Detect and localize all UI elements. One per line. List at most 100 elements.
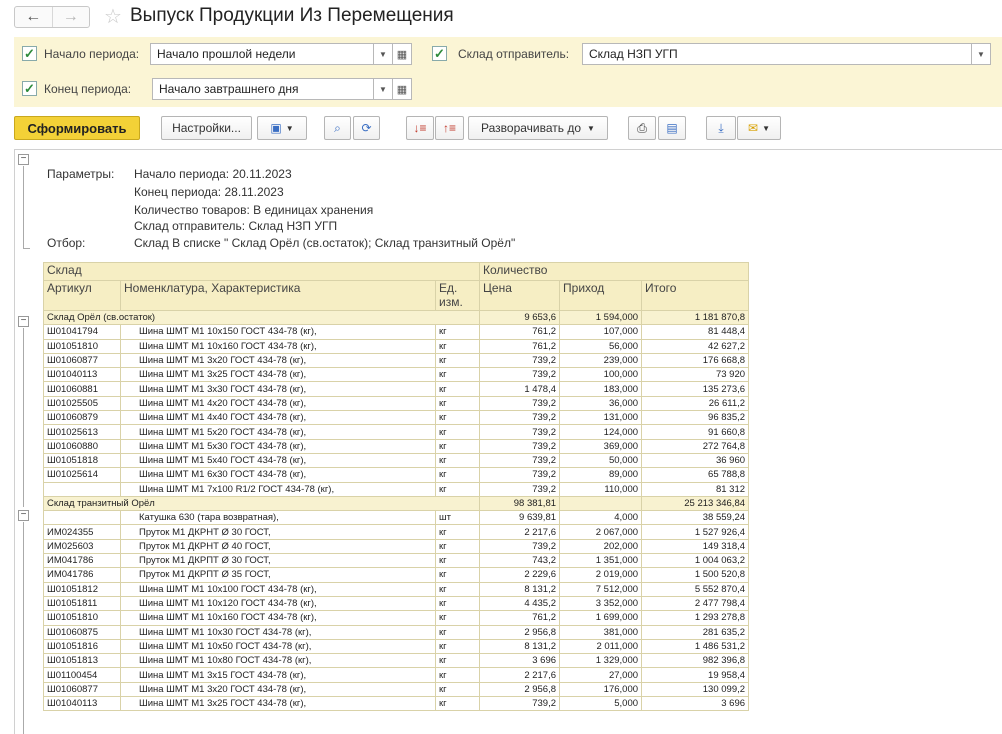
period-end-dropdown-icon[interactable]: ▼ — [373, 78, 393, 100]
table-row[interactable]: Ш01100454 Шина ШМТ М1 3х15 ГОСТ 434-78 (к… — [43, 667, 750, 683]
chevron-down-icon: ▼ — [762, 123, 770, 133]
cell-article: Ш01051810 — [43, 610, 121, 626]
table-row[interactable]: Ш01051816 Шина ШМТ М1 10х50 ГОСТ 434-78 (… — [43, 638, 750, 655]
table-row[interactable]: Ш01060881 Шина ШМТ М1 3х30 ГОСТ 434-78 (к… — [43, 381, 750, 397]
cell-total: 36 960 — [641, 452, 750, 469]
sort-ascending-button[interactable]: ↓≡ — [406, 116, 434, 140]
table-row[interactable]: Ш01040113 Шина ШМТ М1 3х25 ГОСТ 434-78 (к… — [43, 696, 750, 712]
table-row[interactable]: Катушка 630 (тара возвратная), шт 9 639,81… — [43, 510, 750, 526]
cell-price: 8 131,2 — [479, 638, 561, 655]
cell-nomenclature: Шина ШМТ М1 6х30 ГОСТ 434-78 (кг), — [120, 467, 436, 483]
group-row[interactable]: Склад Орёл (св.остаток) 9 653,6 1 594,000 1… — [42, 309, 750, 326]
cell-article: Ш01051816 — [43, 638, 121, 655]
cell-article: Ш01051810 — [43, 338, 121, 354]
forward-arrow-icon[interactable]: → — [51, 7, 90, 27]
table-row[interactable]: Ш01051813 Шина ШМТ М1 10х80 ГОСТ 434-78 (… — [43, 653, 750, 669]
cell-nomenclature: Пруток М1 ДКРНТ Ø 40 ГОСТ, — [120, 538, 436, 555]
cell-price: 739,2 — [479, 438, 561, 454]
warehouse-dropdown-icon[interactable]: ▼ — [971, 43, 991, 65]
cell-nomenclature: Шина ШМТ М1 3х30 ГОСТ 434-78 (кг), — [120, 381, 436, 397]
table-row[interactable]: Ш01051811 Шина ШМТ М1 10х120 ГОСТ 434-78 … — [43, 595, 750, 612]
cell-income: 56,000 — [559, 338, 643, 354]
cell-income: 124,000 — [559, 424, 643, 440]
back-arrow-icon[interactable]: ← — [15, 7, 52, 27]
cell-article: Ш01051813 — [43, 653, 121, 669]
table-row[interactable]: Ш01051812 Шина ШМТ М1 10х100 ГОСТ 434-78 … — [43, 581, 750, 597]
table-row[interactable]: Ш01025505 Шина ШМТ М1 4х20 ГОСТ 434-78 (к… — [43, 395, 750, 412]
table-row[interactable]: Ш01041794 Шина ШМТ М1 10х150 ГОСТ 434-78 … — [43, 324, 750, 340]
cell-price: 739,2 — [479, 696, 561, 712]
period-start-dropdown-icon[interactable]: ▼ — [373, 43, 393, 65]
table-row[interactable]: Ш01060877 Шина ШМТ М1 3х20 ГОСТ 434-78 (к… — [43, 681, 750, 698]
cell-income: 100,000 — [559, 367, 643, 383]
variant-menu-button[interactable]: ▣ ▼ — [257, 116, 307, 140]
period-end-checkbox[interactable]: ✓ — [22, 81, 37, 96]
collapse-group-icon[interactable]: − — [18, 316, 29, 327]
cell-article — [43, 510, 121, 526]
table-row[interactable]: Шина ШМТ М1 7х100 R1/2 ГОСТ 434-78 (кг),… — [43, 481, 750, 497]
table-row[interactable]: Ш01025614 Шина ШМТ М1 6х30 ГОСТ 434-78 (к… — [43, 467, 750, 483]
cell-income: 176,000 — [559, 681, 643, 698]
period-start-calendar-icon[interactable]: ▦ — [392, 43, 412, 65]
table-row[interactable]: Ш01060877 Шина ШМТ М1 3х20 ГОСТ 434-78 (к… — [43, 352, 750, 369]
table-row[interactable]: Ш01051810 Шина ШМТ М1 10х160 ГОСТ 434-78 … — [43, 610, 750, 626]
table-row[interactable]: Ш01040113 Шина ШМТ М1 3х25 ГОСТ 434-78 (к… — [43, 367, 750, 383]
group-row[interactable]: Склад транзитный Орёл 98 381,81 25 213 346… — [42, 495, 750, 512]
table-row[interactable]: ИМ041786 Пруток М1 ДКРПТ Ø 35 ГОСТ, кг 2 22… — [43, 567, 750, 583]
period-end-field[interactable]: Начало завтрашнего дня — [152, 78, 374, 100]
table-row[interactable]: Ш01025613 Шина ШМТ М1 5х20 ГОСТ 434-78 (к… — [43, 424, 750, 440]
table-row[interactable]: ИМ024355 Пруток М1 ДКРНТ Ø 30 ГОСТ, кг 2 21… — [43, 524, 750, 540]
cell-nomenclature: Шина ШМТ М1 3х25 ГОСТ 434-78 (кг), — [120, 696, 436, 712]
table-row[interactable]: ИМ025603 Пруток М1 ДКРНТ Ø 40 ГОСТ, кг 739,… — [43, 538, 750, 555]
cell-price: 761,2 — [479, 324, 561, 340]
search-button[interactable]: ⌕ — [324, 116, 351, 140]
cell-price: 2 956,8 — [479, 624, 561, 640]
filter-panel: ✓ Начало периода: Начало прошлой недели … — [14, 37, 1002, 107]
report-table: Склад Количество Артикул Номенклатура, Хара… — [42, 262, 750, 712]
cell-total: 42 627,2 — [641, 338, 750, 354]
table-row[interactable]: Ш01060879 Шина ШМТ М1 4х40 ГОСТ 434-78 (к… — [43, 410, 750, 426]
send-email-button[interactable]: ✉ ▼ — [737, 116, 781, 140]
favorite-star-icon[interactable]: ☆ — [104, 4, 122, 29]
cell-income: 110,000 — [559, 481, 643, 497]
table-row[interactable]: Ш01060880 Шина ШМТ М1 5х30 ГОСТ 434-78 (к… — [43, 438, 750, 454]
cell-unit: кг — [434, 424, 481, 440]
title-bar: ← → ☆ Выпуск Продукции Из Перемещения — [0, 0, 1002, 34]
cell-income: 1 351,000 — [559, 553, 643, 569]
generate-button[interactable]: Сформировать — [14, 116, 140, 140]
period-start-field[interactable]: Начало прошлой недели — [150, 43, 374, 65]
table-row[interactable]: Ш01060875 Шина ШМТ М1 10х30 ГОСТ 434-78 (… — [43, 624, 750, 640]
cell-unit: кг — [434, 624, 481, 640]
cell-total: 3 696 — [641, 696, 750, 712]
search-next-button[interactable]: ⟳ — [353, 116, 380, 140]
preview-button[interactable]: ▤ — [658, 116, 686, 140]
cell-nomenclature: Шина ШМТ М1 10х150 ГОСТ 434-78 (кг), — [120, 324, 436, 340]
print-button[interactable]: ⎙ — [628, 116, 656, 140]
cell-price: 761,2 — [479, 610, 561, 626]
table-row[interactable]: Ш01051818 Шина ШМТ М1 5х40 ГОСТ 434-78 (к… — [43, 452, 750, 469]
cell-total: 1 293 278,8 — [641, 610, 750, 626]
filter-value: Склад В списке " Склад Орёл (св.остаток)… — [134, 236, 516, 250]
cell-income: 3 352,000 — [559, 595, 643, 612]
cell-income: 2 067,000 — [559, 524, 643, 540]
collapse-parameters-icon[interactable]: − — [18, 154, 29, 165]
cell-unit: кг — [434, 410, 481, 426]
cell-nomenclature: Пруток М1 ДКРПТ Ø 35 ГОСТ, — [120, 567, 436, 583]
settings-button[interactable]: Настройки... — [161, 116, 252, 140]
table-row[interactable]: ИМ041786 Пруток М1 ДКРПТ Ø 30 ГОСТ, кг 743,… — [43, 553, 750, 569]
table-row[interactable]: Ш01051810 Шина ШМТ М1 10х160 ГОСТ 434-78 … — [43, 338, 750, 354]
download-icon: ⤓ — [718, 120, 724, 135]
cell-income: 131,000 — [559, 410, 643, 426]
outline-line — [23, 522, 24, 734]
period-start-checkbox[interactable]: ✓ — [22, 46, 37, 61]
expand-to-button[interactable]: Разворачивать до ▼ — [468, 116, 608, 140]
warehouse-checkbox[interactable]: ✓ — [432, 46, 447, 61]
collapse-group-icon[interactable]: − — [18, 510, 29, 521]
group-name: Склад Орёл (св.остаток) — [42, 309, 481, 326]
warehouse-field[interactable]: Склад НЗП УГП — [582, 43, 972, 65]
sort-descending-button[interactable]: ↑≡ — [435, 116, 464, 140]
period-end-calendar-icon[interactable]: ▦ — [392, 78, 412, 100]
save-button[interactable]: ⤓ — [706, 116, 736, 140]
cell-article: Ш01025613 — [43, 424, 121, 440]
cell-price: 2 217,6 — [479, 667, 561, 683]
